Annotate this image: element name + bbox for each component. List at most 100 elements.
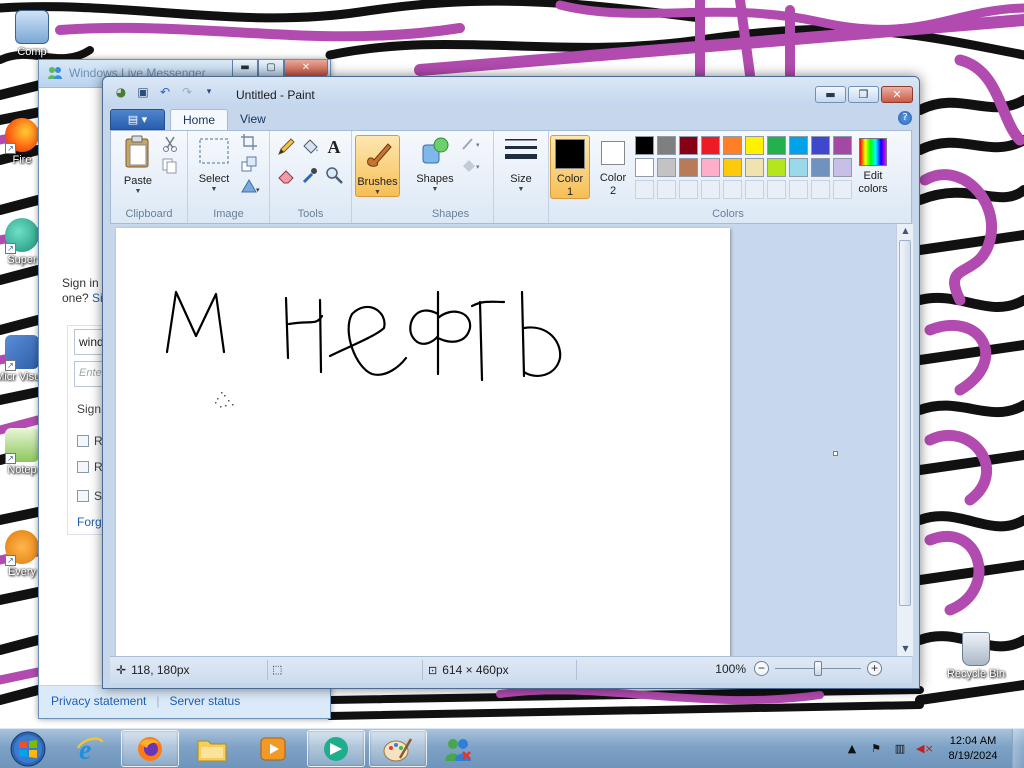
paint-app-icon[interactable]: ◕ (113, 85, 129, 100)
help-icon[interactable]: ? (898, 111, 912, 125)
taskbar-users[interactable] (429, 730, 487, 767)
palette-swatch[interactable] (701, 158, 720, 177)
palette-swatch[interactable] (679, 136, 698, 155)
color-picker-icon[interactable] (300, 165, 320, 185)
custom-color-slot[interactable] (745, 180, 764, 199)
cut-icon[interactable] (161, 135, 181, 155)
shapes-button[interactable]: Shapes ▼ (412, 135, 458, 193)
desktop-icon-computer[interactable]: Comp (2, 10, 62, 58)
crop-icon[interactable] (240, 133, 260, 153)
outline-icon[interactable]: ▾ (460, 135, 480, 155)
palette-swatch[interactable] (789, 158, 808, 177)
zoom-slider[interactable] (775, 660, 861, 677)
action-center-flag-icon[interactable]: ⚑ (868, 741, 884, 757)
palette-swatch[interactable] (701, 136, 720, 155)
copy-icon[interactable] (161, 157, 181, 177)
text-tool-icon[interactable]: A (324, 137, 344, 157)
desktop-icon-recycle-bin[interactable]: Recycle Bin (944, 632, 1008, 680)
canvas-resize-handle-right[interactable] (833, 451, 838, 456)
scroll-up-arrow[interactable]: ▲ (897, 224, 914, 238)
custom-color-slot[interactable] (789, 180, 808, 199)
network-icon[interactable]: ▥ (892, 741, 908, 757)
custom-color-slot[interactable] (723, 180, 742, 199)
palette-swatch[interactable] (767, 158, 786, 177)
clock[interactable]: 12:04 AM 8/19/2024 (940, 734, 1006, 764)
pencil-icon[interactable] (276, 137, 296, 157)
custom-color-slot[interactable] (833, 180, 852, 199)
size-button[interactable]: Size ▼ (499, 135, 543, 193)
custom-color-slot[interactable] (811, 180, 830, 199)
tab-home[interactable]: Home (170, 109, 229, 130)
fill-icon[interactable] (300, 137, 320, 157)
palette-swatch[interactable] (657, 158, 676, 177)
custom-color-slot[interactable] (701, 180, 720, 199)
rotate-icon[interactable]: ▾ (240, 177, 260, 197)
paint-restore-button[interactable]: ❐ (848, 86, 879, 103)
select-button[interactable]: Select ▼ (194, 135, 234, 193)
color1-button[interactable]: Color 1 (550, 135, 590, 199)
palette-swatch[interactable] (723, 158, 742, 177)
scroll-thumb[interactable] (899, 240, 911, 606)
tab-view[interactable]: View (228, 109, 278, 130)
color2-button[interactable]: Color 2 (593, 135, 633, 199)
sign-in-automatically-checkbox[interactable]: Si (77, 489, 105, 503)
custom-color-slot[interactable] (657, 180, 676, 199)
undo-icon[interactable]: ↶ (157, 85, 173, 100)
palette-swatch[interactable] (657, 136, 676, 155)
palette-swatch[interactable] (833, 136, 852, 155)
paste-button[interactable]: Paste ▼ (116, 135, 160, 195)
palette-swatch[interactable] (789, 136, 808, 155)
messenger-maximize-button[interactable]: ▢ (258, 60, 284, 77)
server-status-link[interactable]: Server status (170, 694, 241, 710)
palette-swatch[interactable] (679, 158, 698, 177)
taskbar-windows-explorer[interactable] (183, 730, 241, 767)
palette-swatch[interactable] (811, 158, 830, 177)
privacy-statement-link[interactable]: Privacy statement (51, 694, 146, 710)
resize-icon[interactable] (240, 155, 260, 175)
magnifier-icon[interactable] (324, 165, 344, 185)
palette-swatch[interactable] (745, 136, 764, 155)
messenger-close-button[interactable]: ✕ (284, 60, 328, 77)
messenger-minimize-button[interactable]: ▬ (232, 60, 258, 77)
zoom-in-button[interactable]: + (867, 661, 882, 676)
eraser-icon[interactable] (276, 165, 296, 185)
zoom-out-button[interactable]: − (754, 661, 769, 676)
taskbar-firefox[interactable] (121, 730, 179, 767)
palette-swatch[interactable] (767, 136, 786, 155)
palette-swatch[interactable] (833, 158, 852, 177)
custom-color-slot[interactable] (635, 180, 654, 199)
paint-menu-button[interactable]: ▤ ▾ (110, 109, 165, 130)
palette-swatch[interactable] (811, 136, 830, 155)
show-desktop-button[interactable] (1012, 729, 1024, 768)
customize-qat-icon[interactable]: ▾ (201, 85, 217, 100)
vertical-scrollbar[interactable]: ▲ ▼ (896, 224, 913, 656)
paint-close-button[interactable]: ✕ (881, 86, 913, 103)
palette-swatch[interactable] (635, 136, 654, 155)
custom-color-slot[interactable] (767, 180, 786, 199)
zoom-slider-knob[interactable] (814, 661, 822, 676)
save-icon[interactable]: ▣ (135, 85, 151, 100)
paint-minimize-button[interactable]: ▬ (815, 86, 846, 103)
remember-password-checkbox[interactable]: R (77, 460, 103, 474)
drawing-canvas[interactable] (116, 228, 730, 656)
taskbar-paint[interactable] (369, 730, 427, 767)
palette-swatch[interactable] (745, 158, 764, 177)
taskbar-internet-explorer[interactable]: e (61, 730, 119, 767)
palette-swatch[interactable] (635, 158, 654, 177)
show-hidden-icons-icon[interactable]: ▲ (844, 741, 860, 757)
scroll-down-arrow[interactable]: ▼ (897, 642, 914, 656)
taskbar-media-player[interactable] (244, 730, 302, 767)
remember-me-checkbox[interactable]: R (77, 434, 103, 448)
start-button[interactable] (4, 730, 52, 768)
edit-colors-button[interactable]: Edit colors (851, 135, 895, 199)
paint-titlebar[interactable]: ◕ ▣ ↶ ↷ ▾ Untitled - Paint ▬ ❐ ✕ (103, 77, 919, 107)
taskbar-messenger[interactable] (307, 730, 365, 767)
redo-icon[interactable]: ↷ (179, 85, 195, 100)
canvas-area[interactable] (110, 224, 896, 656)
palette-swatch[interactable] (723, 136, 742, 155)
brushes-button[interactable]: Brushes ▼ (355, 135, 400, 197)
volume-muted-icon[interactable]: ◀× (916, 741, 934, 757)
custom-color-slot[interactable] (679, 180, 698, 199)
fill-shape-icon[interactable]: ▾ (460, 157, 480, 177)
paint-window[interactable]: ◕ ▣ ↶ ↷ ▾ Untitled - Paint ▬ ❐ ✕ ▤ ▾ Hom… (102, 76, 920, 689)
